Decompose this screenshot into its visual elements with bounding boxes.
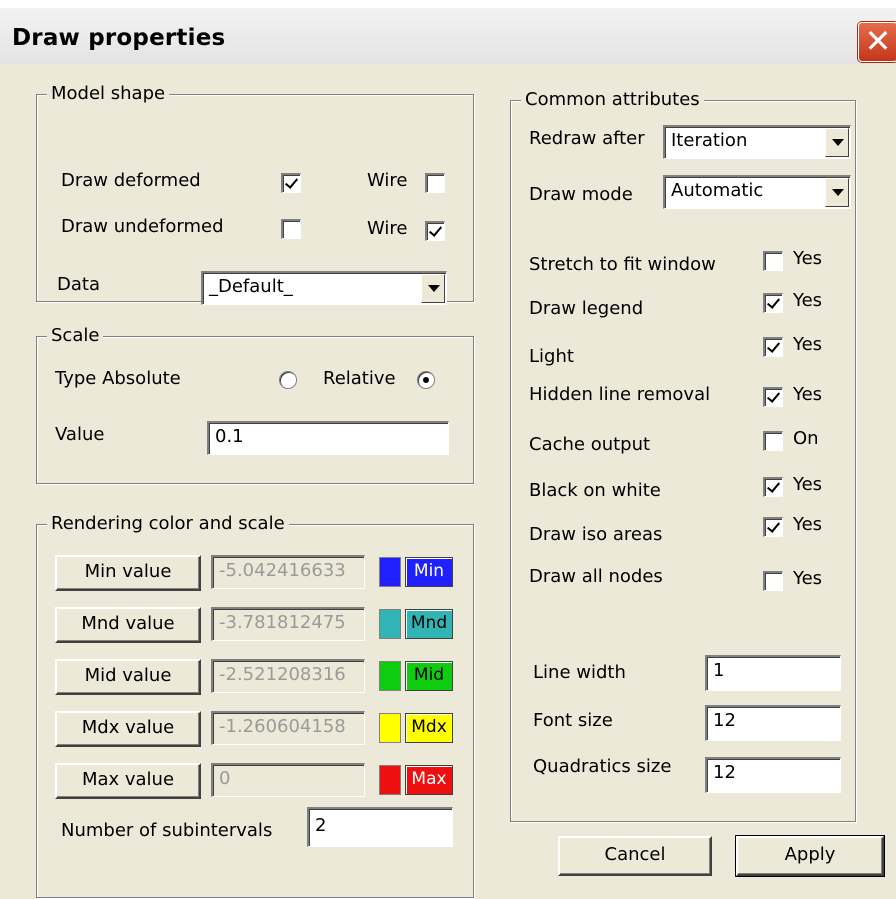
min-value-input: -5.042416633 [211,555,365,589]
model-shape-group: Model shape Draw deformed Wire Draw unde… [36,82,474,305]
subintervals-label: Number of subintervals [61,820,273,841]
line-width-label: Line width [533,662,626,683]
draw-legend-label: Draw legend [529,298,644,319]
dialog-client: Model shape Draw deformed Wire Draw unde… [0,64,896,899]
black-on-white-checkbox[interactable] [763,477,783,497]
scale-value-input[interactable]: 0.1 [207,421,449,455]
type-absolute-label: Type Absolute [55,368,181,389]
data-dropdown[interactable]: _Default_ [201,271,447,305]
line-width-input[interactable]: 1 [705,655,841,691]
max-color-button[interactable]: Max [405,765,453,795]
hidden-line-label: Hidden line removal [529,384,711,405]
draw-deformed-label: Draw deformed [61,170,201,191]
draw-mode-value: Automatic [671,180,764,201]
chevron-down-icon[interactable] [825,128,849,157]
min-color-swatch [379,557,401,587]
model-shape-legend: Model shape [47,82,170,106]
min-color-button[interactable]: Min [405,557,453,587]
min-value-button[interactable]: Min value [55,555,201,591]
chevron-down-icon[interactable] [825,178,849,207]
absolute-radio[interactable] [279,371,297,389]
apply-button[interactable]: Apply [735,835,885,877]
draw-all-nodes-yes-label: Yes [793,568,823,589]
mnd-color-swatch [379,609,401,639]
cache-output-checkbox[interactable] [763,431,783,451]
draw-mode-label: Draw mode [529,184,633,205]
redraw-after-dropdown[interactable]: Iteration [663,125,851,159]
hidden-line-checkbox[interactable] [763,387,783,407]
light-checkbox[interactable] [763,337,783,357]
black-on-white-yes-label: Yes [793,474,823,495]
draw-iso-areas-yes-label: Yes [793,514,823,535]
quadratics-size-input[interactable]: 12 [705,757,841,793]
mid-color-button[interactable]: Mid [405,661,453,691]
draw-undeformed-label: Draw undeformed [61,216,224,237]
cache-output-on-label: On [793,428,819,449]
stretch-label: Stretch to fit window [529,254,716,275]
value-label: Value [55,424,105,445]
mnd-value-input: -3.781812475 [211,607,365,641]
mid-color-swatch [379,661,401,691]
draw-mode-dropdown[interactable]: Automatic [663,175,851,209]
rendering-group: Rendering color and scale Min value -5.0… [36,512,474,898]
draw-undeformed-wire-checkbox[interactable] [425,221,445,241]
scale-legend: Scale [47,324,104,348]
quadratics-size-label: Quadratics size [533,756,672,777]
mid-value-input: -2.521208316 [211,659,365,693]
subintervals-input[interactable]: 2 [307,807,453,847]
max-value-button[interactable]: Max value [55,763,201,799]
draw-all-nodes-label: Draw all nodes [529,566,663,587]
stretch-checkbox[interactable] [763,251,783,271]
draw-iso-areas-checkbox[interactable] [763,517,783,537]
black-on-white-label: Black on white [529,480,661,501]
mnd-color-button[interactable]: Mnd [405,609,453,639]
light-label: Light [529,346,574,367]
mnd-value-button[interactable]: Mnd value [55,607,201,643]
scale-group: Scale Type Absolute Relative Value 0.1 [36,324,474,484]
stretch-yes-label: Yes [793,248,823,269]
relative-label: Relative [323,368,396,389]
relative-radio[interactable] [417,371,435,389]
max-color-swatch [379,765,401,795]
cancel-button[interactable]: Cancel [558,836,712,876]
draw-iso-areas-label: Draw iso areas [529,524,663,545]
draw-legend-checkbox[interactable] [763,293,783,313]
chevron-down-icon[interactable] [421,274,445,303]
redraw-after-value: Iteration [671,130,748,151]
font-size-label: Font size [533,710,613,731]
light-yes-label: Yes [793,334,823,355]
mdx-color-button[interactable]: Mdx [405,713,453,743]
mdx-value-button[interactable]: Mdx value [55,711,201,747]
mdx-color-swatch [379,713,401,743]
title-bar: Draw properties ✕ [0,8,896,64]
redraw-after-label: Redraw after [529,128,645,149]
hidden-line-yes-label: Yes [793,384,823,405]
common-attributes-group: Common attributes Redraw after Iteration… [510,88,856,822]
draw-undeformed-checkbox[interactable] [281,219,301,239]
mdx-value-input: -1.260604158 [211,711,365,745]
close-icon[interactable]: ✕ [858,22,896,62]
mid-value-button[interactable]: Mid value [55,659,201,695]
draw-undeformed-wire-label: Wire [367,218,408,239]
draw-deformed-wire-label: Wire [367,170,408,191]
common-attributes-legend: Common attributes [521,88,704,112]
draw-all-nodes-checkbox[interactable] [763,571,783,591]
draw-deformed-wire-checkbox[interactable] [425,173,445,193]
cache-output-label: Cache output [529,434,651,455]
window-title: Draw properties [12,25,226,51]
draw-legend-yes-label: Yes [793,290,823,311]
data-label: Data [57,274,100,295]
max-value-input: 0 [211,763,365,797]
data-dropdown-value: _Default_ [209,276,293,297]
rendering-legend: Rendering color and scale [47,512,289,536]
draw-deformed-checkbox[interactable] [281,173,301,193]
font-size-input[interactable]: 12 [705,705,841,741]
